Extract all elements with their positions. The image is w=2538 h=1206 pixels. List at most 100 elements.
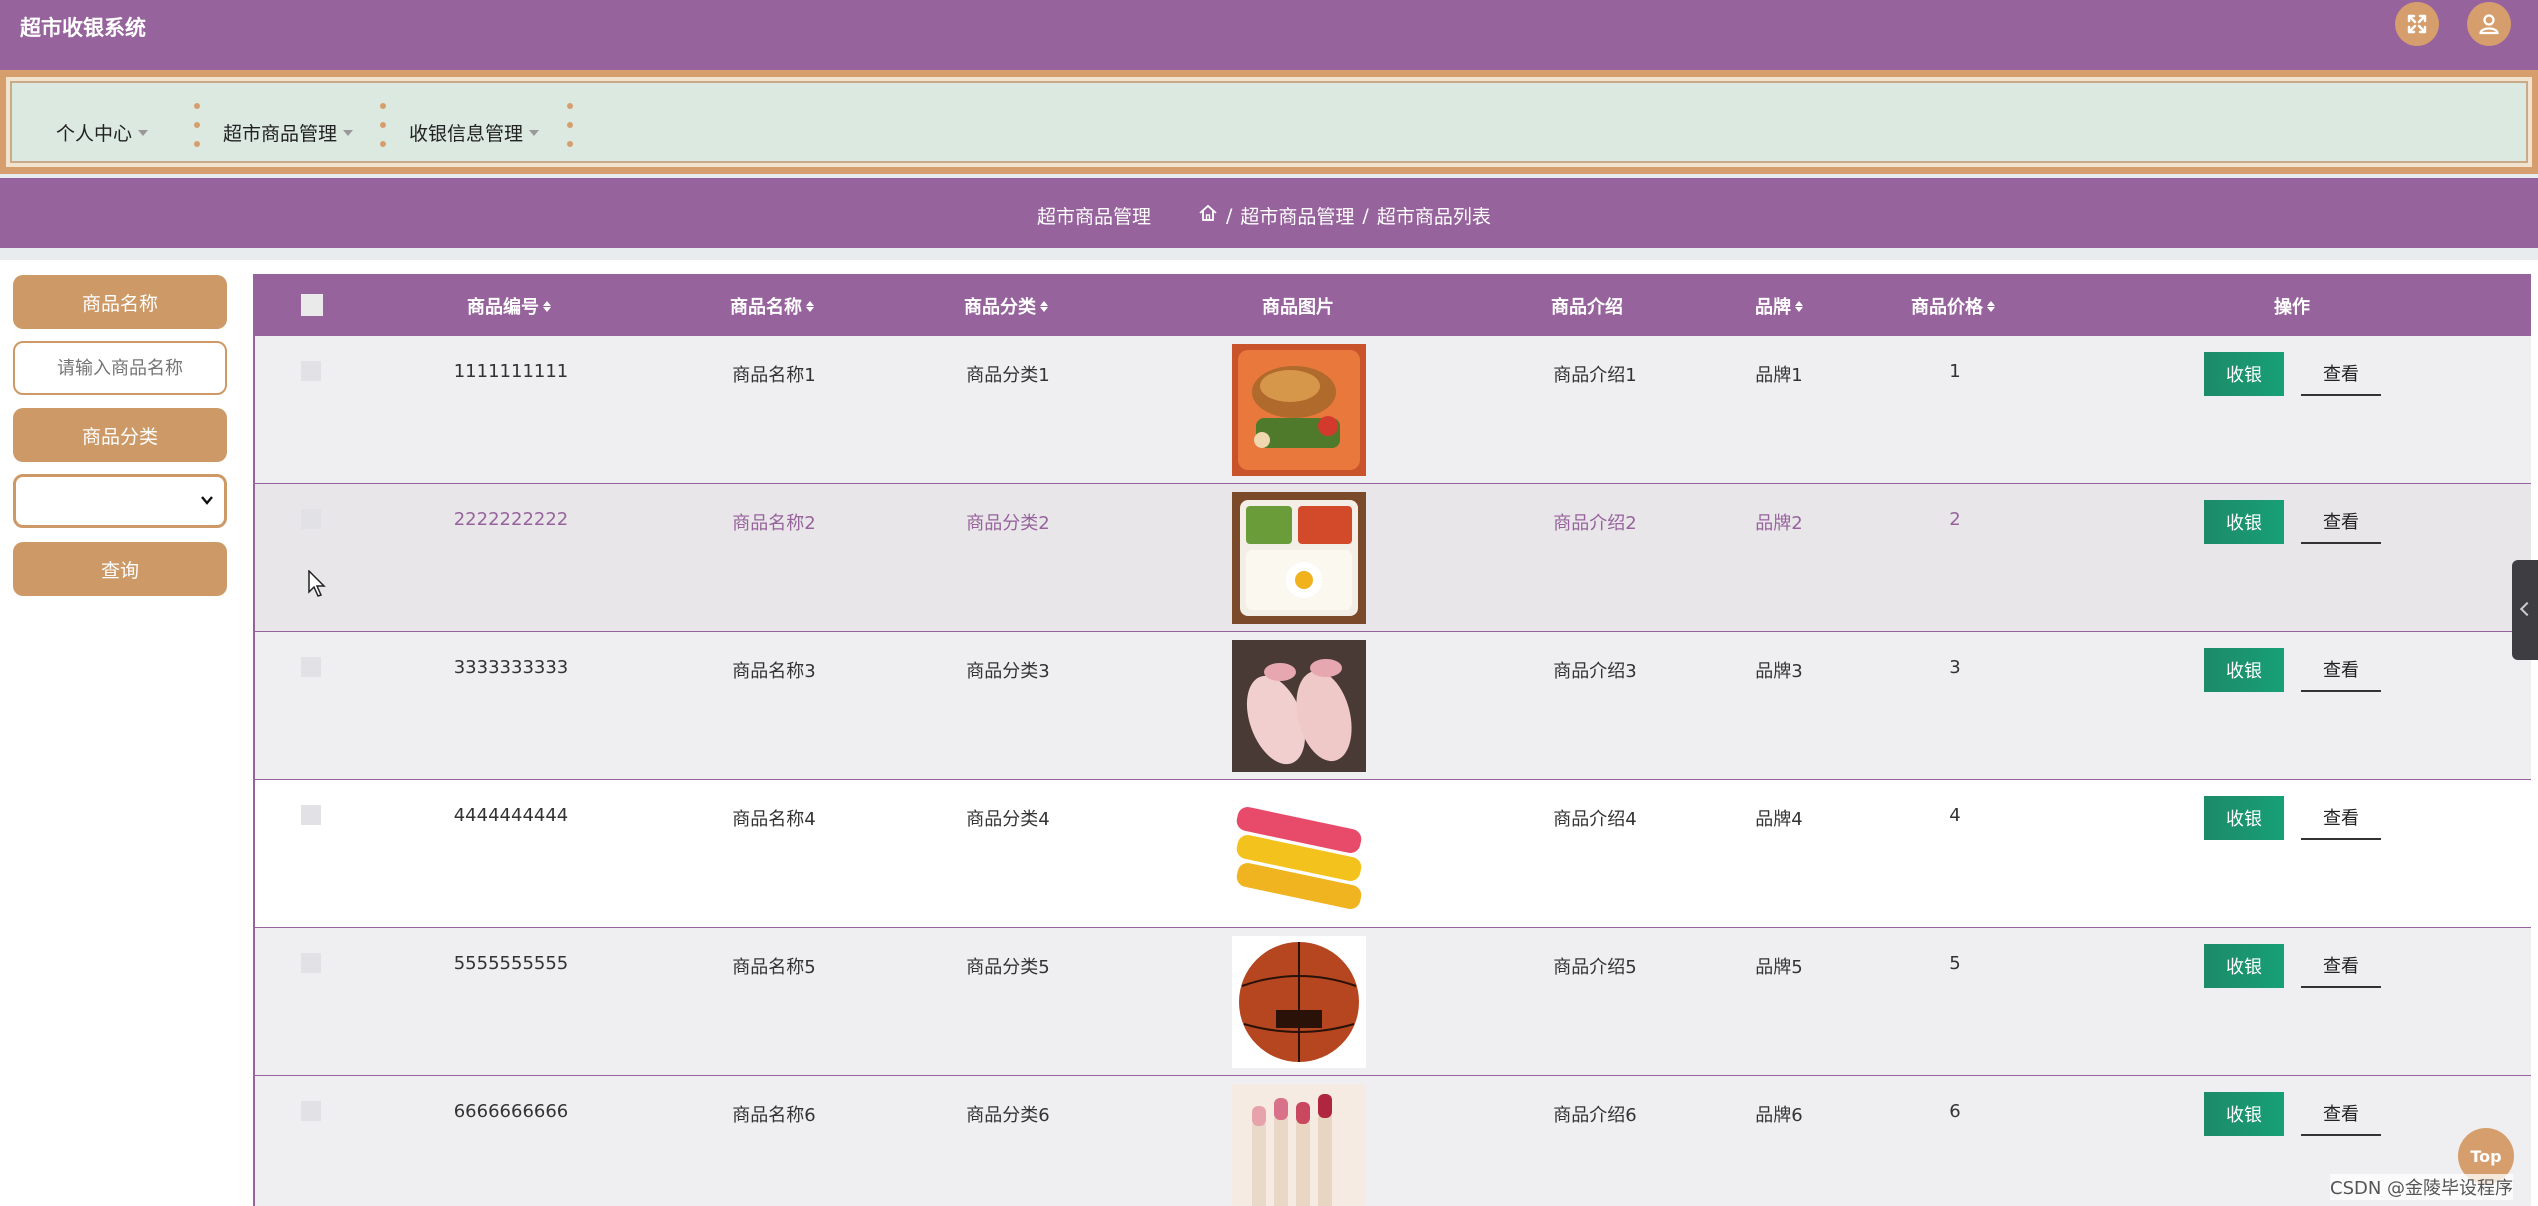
cell-name: 商品名称4 xyxy=(732,809,816,830)
product-image[interactable] xyxy=(1232,492,1366,624)
cell-brand: 品牌6 xyxy=(1755,1105,1803,1126)
th-name[interactable]: 商品名称 xyxy=(730,293,814,319)
menu-item-label: 收银信息管理 xyxy=(409,123,524,145)
product-name-input[interactable] xyxy=(13,341,227,395)
search-category-label: 商品分类 xyxy=(13,408,227,462)
cash-button[interactable]: 收银 xyxy=(2204,944,2284,988)
select-all-checkbox[interactable] xyxy=(301,294,323,316)
caret-down-icon xyxy=(343,129,354,136)
cash-button[interactable]: 收银 xyxy=(2204,648,2284,692)
cell-category: 商品分类5 xyxy=(966,957,1050,978)
table-header: 商品编号 商品名称 商品分类 商品图片 商品介绍 品牌 商品价格 操作 xyxy=(255,274,2531,336)
th-image: 商品图片 xyxy=(1262,293,1334,319)
cell-category: 商品分类3 xyxy=(966,661,1050,682)
cash-button[interactable]: 收银 xyxy=(2204,796,2284,840)
cell-brand: 品牌4 xyxy=(1755,809,1803,830)
top-header: 超市收银系统 xyxy=(0,0,2538,70)
view-button[interactable]: 查看 xyxy=(2301,648,2381,692)
chevron-down-icon xyxy=(200,493,214,511)
th-code[interactable]: 商品编号 xyxy=(467,293,551,319)
row-checkbox[interactable] xyxy=(301,509,321,529)
cell-name: 商品名称5 xyxy=(732,957,816,978)
cell-price: 4 xyxy=(1949,805,1961,826)
search-name-label: 商品名称 xyxy=(13,275,227,329)
cell-brand: 品牌5 xyxy=(1755,957,1803,978)
user-icon[interactable] xyxy=(2467,2,2511,46)
cell-intro: 商品介绍3 xyxy=(1553,661,1637,682)
cell-price: 1 xyxy=(1949,361,1961,382)
menu-separator xyxy=(380,103,386,147)
row-checkbox[interactable] xyxy=(301,361,321,381)
view-button[interactable]: 查看 xyxy=(2301,352,2381,396)
cell-intro: 商品介绍1 xyxy=(1553,365,1637,386)
breadcrumb-link[interactable]: 超市商品管理 xyxy=(1240,202,1354,229)
table-row: 2222222222 商品名称2 商品分类2 商品介绍2 品牌2 2 收银 查看 xyxy=(255,484,2531,632)
row-checkbox[interactable] xyxy=(301,953,321,973)
row-checkbox[interactable] xyxy=(301,805,321,825)
sort-icon xyxy=(1795,300,1803,312)
cell-price: 3 xyxy=(1949,657,1961,678)
breadcrumb-separator: / xyxy=(1362,204,1369,227)
menu-item-cashier-info[interactable]: 收银信息管理 xyxy=(409,119,540,146)
fullscreen-icon[interactable] xyxy=(2395,2,2439,46)
th-label: 商品名称 xyxy=(730,297,802,318)
product-image[interactable] xyxy=(1232,640,1366,772)
mouse-cursor-icon xyxy=(308,569,328,602)
cell-intro: 商品介绍5 xyxy=(1553,957,1637,978)
th-category[interactable]: 商品分类 xyxy=(964,293,1048,319)
table-row: 6666666666 商品名称6 商品分类6 商品介绍6 品牌6 6 收银 查看 xyxy=(255,1076,2531,1206)
side-panel-toggle[interactable] xyxy=(2512,560,2538,660)
table-row: 4444444444 商品名称4 商品分类4 商品介绍4 品牌4 4 收银 查看 xyxy=(255,780,2531,928)
breadcrumb: / 超市商品管理 / 超市商品列表 xyxy=(1198,202,1491,229)
cash-button[interactable]: 收银 xyxy=(2204,1092,2284,1136)
view-button[interactable]: 查看 xyxy=(2301,796,2381,840)
home-icon[interactable] xyxy=(1198,203,1218,228)
th-label: 商品价格 xyxy=(1911,297,1983,318)
view-button[interactable]: 查看 xyxy=(2301,500,2381,544)
view-button[interactable]: 查看 xyxy=(2301,944,2381,988)
product-image[interactable] xyxy=(1232,1084,1366,1206)
cell-category: 商品分类2 xyxy=(966,513,1050,534)
th-brand[interactable]: 品牌 xyxy=(1755,293,1803,319)
menu-item-label: 超市商品管理 xyxy=(223,123,338,145)
cash-button[interactable]: 收银 xyxy=(2204,352,2284,396)
row-checkbox[interactable] xyxy=(301,1101,321,1121)
th-label: 商品图片 xyxy=(1262,297,1334,318)
cell-name: 商品名称1 xyxy=(732,365,816,386)
content-area: 商品名称 商品分类 查询 商品编号 商品名称 商品分类 商品图片 商品介绍 品牌… xyxy=(0,260,2538,1206)
cell-category: 商品分类6 xyxy=(966,1105,1050,1126)
cash-button[interactable]: 收银 xyxy=(2204,500,2284,544)
watermark: CSDN @金陵毕设程序 xyxy=(2330,1174,2514,1200)
cell-intro: 商品介绍2 xyxy=(1553,513,1637,534)
caret-down-icon xyxy=(529,129,540,136)
row-checkbox[interactable] xyxy=(301,657,321,677)
app-title: 超市收银系统 xyxy=(20,16,146,40)
query-button[interactable]: 查询 xyxy=(13,542,227,596)
th-label: 品牌 xyxy=(1755,297,1791,318)
product-image[interactable] xyxy=(1232,344,1366,476)
table-row: 3333333333 商品名称3 商品分类3 商品介绍3 品牌3 3 收银 查看 xyxy=(255,632,2531,780)
category-select[interactable] xyxy=(13,474,227,528)
table-row: 5555555555 商品名称5 商品分类5 商品介绍5 品牌5 5 收银 查看 xyxy=(255,928,2531,1076)
th-label: 商品分类 xyxy=(964,297,1036,318)
cell-code: 4444444444 xyxy=(453,805,569,826)
breadcrumb-current: 超市商品列表 xyxy=(1376,206,1491,228)
cell-code: 2222222222 xyxy=(453,509,569,530)
cell-intro: 商品介绍4 xyxy=(1553,809,1637,830)
product-table: 商品编号 商品名称 商品分类 商品图片 商品介绍 品牌 商品价格 操作 1111… xyxy=(253,274,2531,1206)
sort-icon xyxy=(1040,300,1048,312)
cell-brand: 品牌2 xyxy=(1755,513,1803,534)
cell-name: 商品名称6 xyxy=(732,1105,816,1126)
cell-name: 商品名称2 xyxy=(732,513,816,534)
product-image[interactable] xyxy=(1232,936,1366,1068)
sort-icon xyxy=(543,300,551,312)
product-image[interactable] xyxy=(1232,788,1366,920)
view-button[interactable]: 查看 xyxy=(2301,1092,2381,1136)
th-price[interactable]: 商品价格 xyxy=(1911,293,1995,319)
menu-item-product-management[interactable]: 超市商品管理 xyxy=(223,119,354,146)
cell-price: 6 xyxy=(1949,1101,1961,1122)
cell-code: 5555555555 xyxy=(453,953,569,974)
cell-price: 5 xyxy=(1949,953,1961,974)
cell-brand: 品牌1 xyxy=(1755,365,1803,386)
menu-item-personal-center[interactable]: 个人中心 xyxy=(56,119,149,146)
